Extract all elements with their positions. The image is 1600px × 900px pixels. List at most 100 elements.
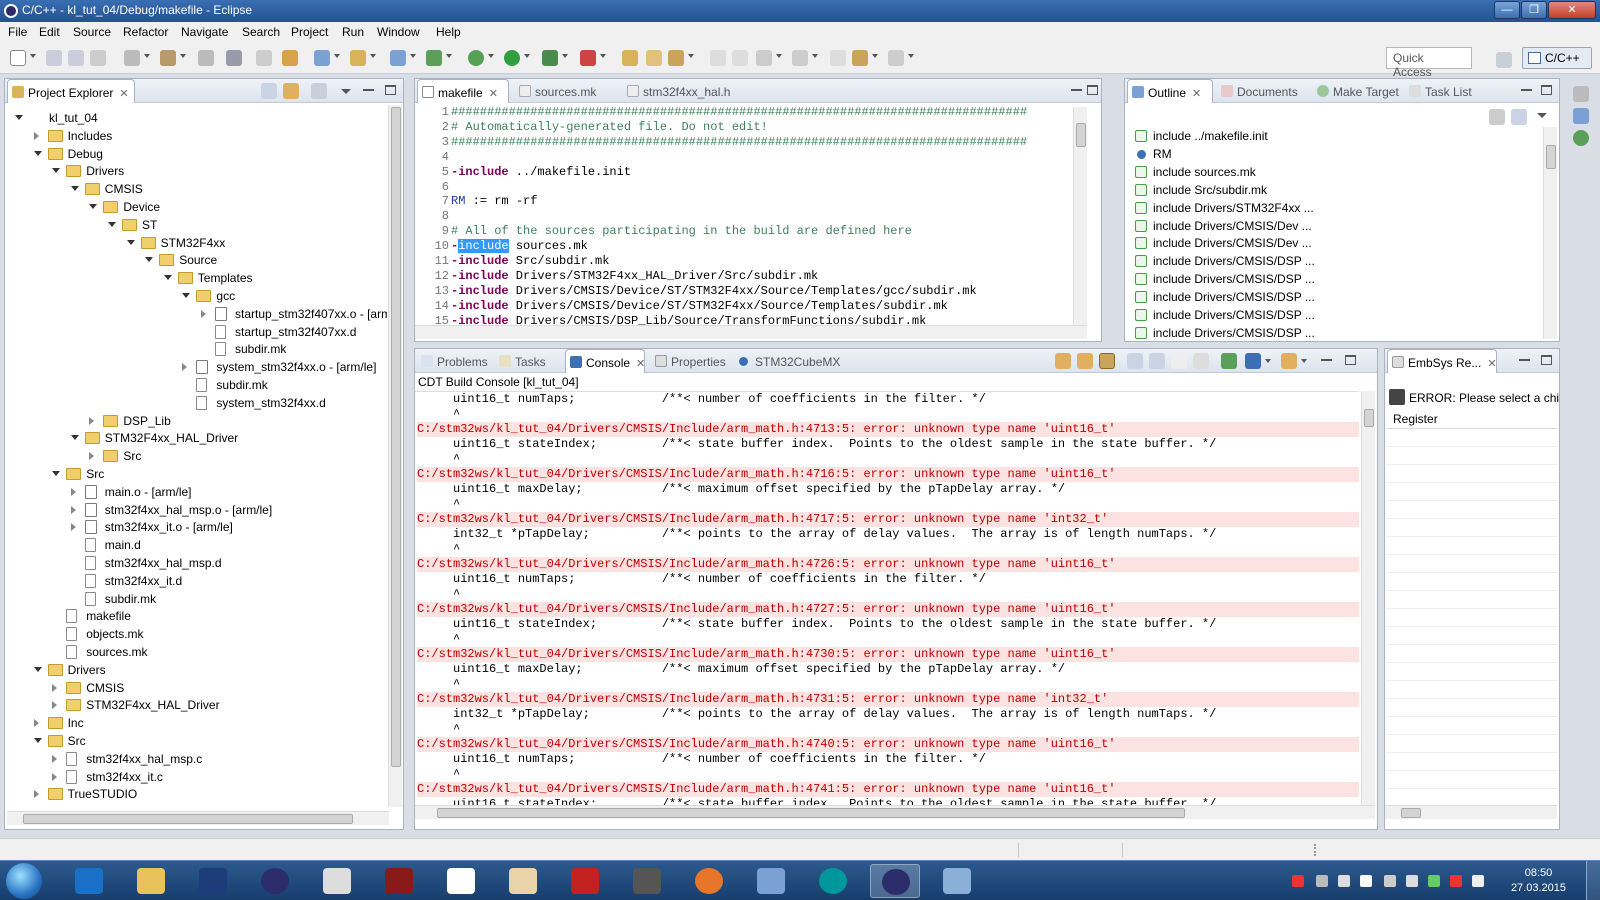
expand-right-icon[interactable]: [89, 416, 95, 425]
open-perspective-icon[interactable]: [1496, 52, 1512, 68]
debug-icon[interactable]: [468, 50, 484, 66]
expand-right-icon[interactable]: [52, 772, 58, 781]
chip-select-icon[interactable]: [1389, 389, 1405, 405]
outline-item[interactable]: include Drivers/CMSIS/DSP ...: [1135, 252, 1315, 270]
filter-icon[interactable]: [311, 83, 327, 99]
minimize-icon[interactable]: [1521, 85, 1532, 91]
status-grip[interactable]: [1314, 844, 1317, 856]
outline-item[interactable]: include Drivers/CMSIS/DSP ...: [1135, 306, 1315, 324]
outline-item[interactable]: include Drivers/STM32F4xx ...: [1135, 199, 1314, 217]
run-external-icon[interactable]: [542, 50, 558, 66]
save-all-icon[interactable]: [68, 50, 84, 66]
outline-vertical-scrollbar[interactable]: [1543, 127, 1557, 339]
menu-refactor[interactable]: Refactor: [123, 25, 168, 39]
chevron-down-icon[interactable]: [180, 54, 186, 58]
expand-right-icon[interactable]: [182, 363, 188, 372]
expand-down-icon[interactable]: [89, 204, 98, 209]
open-folder-icon[interactable]: [646, 50, 662, 66]
restore-icon[interactable]: [1573, 86, 1589, 102]
new-class-icon[interactable]: [426, 50, 442, 66]
taskbar-app[interactable]: [870, 864, 920, 898]
maximize-icon[interactable]: [1087, 85, 1098, 95]
expand-right-icon[interactable]: [33, 719, 39, 728]
chevron-down-icon[interactable]: [30, 54, 36, 58]
close-icon[interactable]: ✕: [1487, 358, 1496, 370]
chevron-down-icon[interactable]: [812, 54, 818, 58]
tab-console[interactable]: Console ✕: [565, 349, 645, 373]
close-icon[interactable]: ✕: [636, 358, 645, 370]
scrollbar-thumb[interactable]: [1546, 145, 1556, 169]
hierarchy-icon[interactable]: [282, 50, 298, 66]
taskbar-app[interactable]: [126, 864, 176, 898]
collapse-all-icon[interactable]: [261, 83, 277, 99]
volume-icon[interactable]: [1406, 875, 1418, 887]
chevron-down-icon[interactable]: [908, 54, 914, 58]
menu-navigate[interactable]: Navigate: [181, 25, 228, 39]
expand-right-icon[interactable]: [201, 309, 206, 318]
tab-documents[interactable]: Documents: [1217, 79, 1315, 103]
chevron-down-icon[interactable]: [410, 54, 416, 58]
close-icon[interactable]: ✕: [489, 88, 498, 100]
tab-properties[interactable]: Properties: [651, 349, 731, 373]
taskbar-app[interactable]: [932, 864, 982, 898]
outline-item[interactable]: RM: [1137, 145, 1172, 163]
code-editor[interactable]: 1 #######################################…: [415, 105, 1075, 327]
print-icon[interactable]: [90, 50, 106, 66]
chevron-down-icon[interactable]: [776, 54, 782, 58]
new-source-icon[interactable]: [390, 50, 406, 66]
toggle-mark-icon[interactable]: [710, 50, 726, 66]
device-icon[interactable]: [1316, 875, 1328, 887]
keyboard-icon[interactable]: [1338, 875, 1350, 887]
copy-icon[interactable]: [1193, 353, 1209, 369]
register-column-header[interactable]: Register: [1387, 409, 1557, 429]
taskbar-app[interactable]: [498, 864, 548, 898]
taskbar-app[interactable]: [250, 864, 300, 898]
edit-icon[interactable]: [668, 50, 684, 66]
console-vertical-scrollbar[interactable]: [1361, 391, 1375, 805]
minimize-icon[interactable]: [1071, 85, 1082, 91]
show-desktop-button[interactable]: [1586, 861, 1600, 900]
network-signal-icon[interactable]: [1360, 875, 1372, 887]
new-folder-icon[interactable]: [350, 50, 366, 66]
scrollbar-thumb[interactable]: [1401, 808, 1421, 818]
scrollbar-thumb[interactable]: [1364, 409, 1374, 427]
expand-right-icon[interactable]: [52, 683, 58, 692]
hide-fields-icon[interactable]: [1489, 109, 1505, 125]
taskbar-app[interactable]: [312, 864, 362, 898]
console-horizontal-scrollbar[interactable]: [415, 805, 1375, 819]
tab-task-list[interactable]: Task List: [1405, 79, 1493, 103]
expand-down-icon[interactable]: [70, 435, 79, 441]
tab-outline[interactable]: Outline ✕: [1127, 79, 1213, 103]
outline-item[interactable]: include ../makefile.init: [1135, 127, 1268, 145]
tab-tasks[interactable]: Tasks: [495, 349, 557, 373]
scroll-down-icon[interactable]: [1055, 353, 1071, 369]
view-menu-icon[interactable]: [1537, 113, 1547, 118]
chevron-down-icon[interactable]: [1265, 359, 1271, 363]
tab-stm32f4xx-hal-h[interactable]: stm32f4xx_hal.h: [623, 79, 743, 103]
word-wrap-icon[interactable]: [1127, 353, 1143, 369]
outline-item[interactable]: include sources.mk: [1135, 163, 1256, 181]
minimize-icon[interactable]: [1321, 355, 1332, 361]
hammer-build-icon[interactable]: [160, 50, 176, 66]
expand-down-icon[interactable]: [182, 293, 191, 298]
editor-horizontal-scrollbar[interactable]: [415, 325, 1087, 339]
outline-item[interactable]: include Drivers/CMSIS/Dev ...: [1135, 217, 1312, 235]
tab-problems[interactable]: Problems: [417, 349, 495, 373]
last-edit-icon[interactable]: [830, 50, 846, 66]
scrollbar-thumb[interactable]: [437, 808, 1185, 818]
chevron-down-icon[interactable]: [144, 54, 150, 58]
expand-down-icon[interactable]: [70, 186, 79, 192]
expand-down-icon[interactable]: [33, 150, 42, 156]
menu-run[interactable]: Run: [342, 25, 364, 39]
perspective-cpp-button[interactable]: C/C++: [1522, 47, 1592, 69]
scrollbar-thumb[interactable]: [1076, 123, 1086, 147]
scroll-lock-icon[interactable]: [1099, 353, 1115, 369]
taskbar-app[interactable]: [622, 864, 672, 898]
binary-icon[interactable]: [198, 50, 214, 66]
minimize-icon[interactable]: [363, 85, 374, 91]
tree-vertical-scrollbar[interactable]: [388, 105, 402, 807]
forward-arrow-icon[interactable]: [888, 50, 904, 66]
chevron-down-icon[interactable]: [446, 54, 452, 58]
chevron-down-icon[interactable]: [488, 54, 494, 58]
taskbar-app[interactable]: [64, 864, 114, 898]
